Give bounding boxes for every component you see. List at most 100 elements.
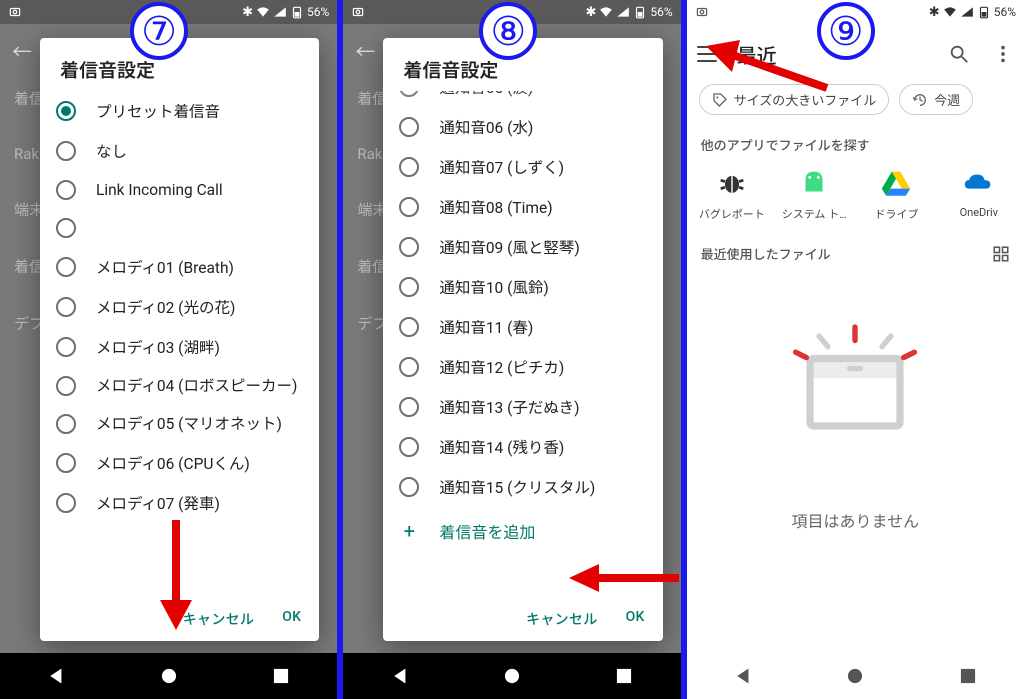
android-navbar [687, 653, 1024, 699]
back-arrow-icon[interactable]: ← [355, 36, 375, 65]
radio-icon [399, 437, 419, 457]
wifi-icon [599, 5, 613, 19]
nav-recent-icon[interactable] [271, 666, 291, 686]
app-onedrive[interactable]: OneDriv [944, 166, 1014, 222]
nav-recent-icon[interactable] [614, 666, 634, 686]
ringtone-label: Link Incoming Call [96, 181, 223, 199]
more-icon[interactable] [992, 43, 1014, 65]
radio-icon [399, 317, 419, 337]
app-label: バグレポート [699, 208, 765, 221]
chip-this-week[interactable]: 今週 [899, 84, 973, 115]
dialog-actions: キャンセル OK [383, 599, 662, 641]
ringtone-option[interactable]: メロディ04 (ロボスピーカー) [46, 367, 313, 405]
nav-recent-icon[interactable] [958, 666, 978, 686]
radio-icon [399, 157, 419, 177]
ringtone-label: 通知音08 (Time) [439, 196, 552, 218]
radio-icon [56, 493, 76, 513]
add-ringtone-arrow [569, 560, 679, 596]
app-label: システム ト… [782, 208, 847, 221]
nav-back-icon[interactable] [390, 666, 410, 686]
search-icon[interactable] [948, 43, 970, 65]
ringtone-option[interactable]: 通知音11 (春) [389, 307, 656, 347]
radio-icon [399, 117, 419, 137]
back-arrow-icon[interactable]: ← [12, 36, 32, 65]
add-ringtone-button[interactable]: +着信音を追加 [389, 507, 656, 555]
battery-icon [977, 5, 991, 19]
history-icon [912, 92, 928, 108]
ringtone-option[interactable]: メロディ02 (光の花) [46, 287, 313, 327]
ringtone-option[interactable]: Link Incoming Call [46, 171, 313, 209]
radio-icon [56, 414, 76, 434]
ringtone-option[interactable]: 通知音07 (しずく) [389, 147, 656, 187]
app-drive[interactable]: ドライブ [861, 166, 931, 222]
step-badge-7: ⑦ [130, 2, 188, 60]
app-bugreport[interactable]: バグレポート [697, 166, 767, 222]
ringtone-option[interactable]: メロディ05 (マリオネット) [46, 405, 313, 443]
ringtone-label: メロディ05 (マリオネット) [96, 415, 282, 434]
radio-icon [56, 180, 76, 200]
camera-status-icon [8, 5, 22, 19]
radio-icon [56, 257, 76, 277]
ringtone-option[interactable]: 通知音13 (子だぬき) [389, 387, 656, 427]
camera-status-icon [695, 5, 709, 19]
grid-view-icon[interactable] [992, 245, 1010, 263]
ringtone-label: 通知音10 (風鈴) [439, 276, 548, 298]
cancel-button[interactable]: キャンセル [526, 609, 598, 629]
radio-icon [56, 297, 76, 317]
signal-icon [960, 5, 974, 19]
signal-icon [616, 5, 630, 19]
signal-icon [273, 5, 287, 19]
drive-icon [879, 166, 913, 200]
panel-8: ✱ 56% ← 着信 Rak 端末 着信 デフ 着信音設定 通知音05 (波) [340, 0, 683, 699]
radio-icon [56, 141, 76, 161]
ringtone-option[interactable]: メロディ03 (湖畔) [46, 327, 313, 367]
panel-7: ✱ 56% ← 着信 Rak 端末 着信 デフ 着信音設定 プリセット着信音なし… [0, 0, 340, 699]
ringtone-option[interactable] [46, 209, 313, 247]
ringtone-option[interactable]: なし [46, 131, 313, 171]
ringtone-option[interactable]: 通知音05 (波) [389, 91, 656, 107]
chip-label: 今週 [934, 90, 960, 109]
ringtone-label: 通知音06 (水) [439, 116, 533, 138]
ringtone-list[interactable]: 通知音05 (波) 通知音06 (水) 通知音07 (しずく) 通知音08 (Tim… [383, 91, 662, 599]
ringtone-option[interactable]: 通知音15 (クリスタル) [389, 467, 656, 507]
ringtone-label: 通知音05 (波) [439, 91, 533, 98]
section-other-apps: 他のアプリでファイルを探す [687, 125, 1024, 160]
ok-button[interactable]: OK [282, 609, 301, 629]
nav-home-icon[interactable] [502, 666, 522, 686]
ringtone-dialog: 着信音設定 通知音05 (波) 通知音06 (水)通知音07 (しずく)通知音0… [383, 38, 662, 641]
nav-back-icon[interactable] [733, 666, 753, 686]
nav-home-icon[interactable] [845, 666, 865, 686]
app-system-traces[interactable]: システム ト… [779, 166, 849, 222]
nav-back-icon[interactable] [46, 666, 66, 686]
empty-text: 項目はありません [687, 508, 1024, 532]
app-label: OneDriv [960, 206, 998, 219]
app-label: ドライブ [874, 208, 918, 221]
ringtone-option[interactable]: 通知音12 (ピチカ) [389, 347, 656, 387]
ringtone-label: なし [96, 140, 127, 162]
add-ringtone-label: 着信音を追加 [439, 519, 535, 543]
ringtone-option[interactable]: 通知音08 (Time) [389, 187, 656, 227]
ringtone-option[interactable]: メロディ01 (Breath) [46, 247, 313, 287]
ringtone-label: メロディ03 (湖畔) [96, 336, 220, 358]
radio-icon [399, 237, 419, 257]
radio-icon [56, 453, 76, 473]
empty-box-icon [765, 300, 945, 444]
ringtone-label: 通知音11 (春) [439, 316, 533, 338]
ringtone-label: 通知音09 (風と竪琴) [439, 236, 579, 258]
ok-button[interactable]: OK [626, 609, 645, 629]
ringtone-option[interactable]: 通知音09 (風と竪琴) [389, 227, 656, 267]
wifi-icon [256, 5, 270, 19]
ringtone-label: メロディ06 (CPUくん) [96, 452, 250, 474]
empty-state: 項目はありません [687, 300, 1024, 532]
ringtone-option[interactable]: プリセット着信音 [46, 91, 313, 131]
ringtone-label: メロディ01 (Breath) [96, 256, 234, 278]
ringtone-option[interactable]: 通知音10 (風鈴) [389, 267, 656, 307]
ringtone-option[interactable]: 通知音14 (残り香) [389, 427, 656, 467]
ringtone-option[interactable]: 通知音06 (水) [389, 107, 656, 147]
nav-home-icon[interactable] [159, 666, 179, 686]
panel-9: ✱ 56% 最近 サイズの大きいファイル 今週 [684, 0, 1024, 699]
ringtone-option[interactable]: メロディ07 (発車) [46, 483, 313, 523]
radio-icon [399, 357, 419, 377]
camera-status-icon [351, 5, 365, 19]
ringtone-option[interactable]: メロディ06 (CPUくん) [46, 443, 313, 483]
